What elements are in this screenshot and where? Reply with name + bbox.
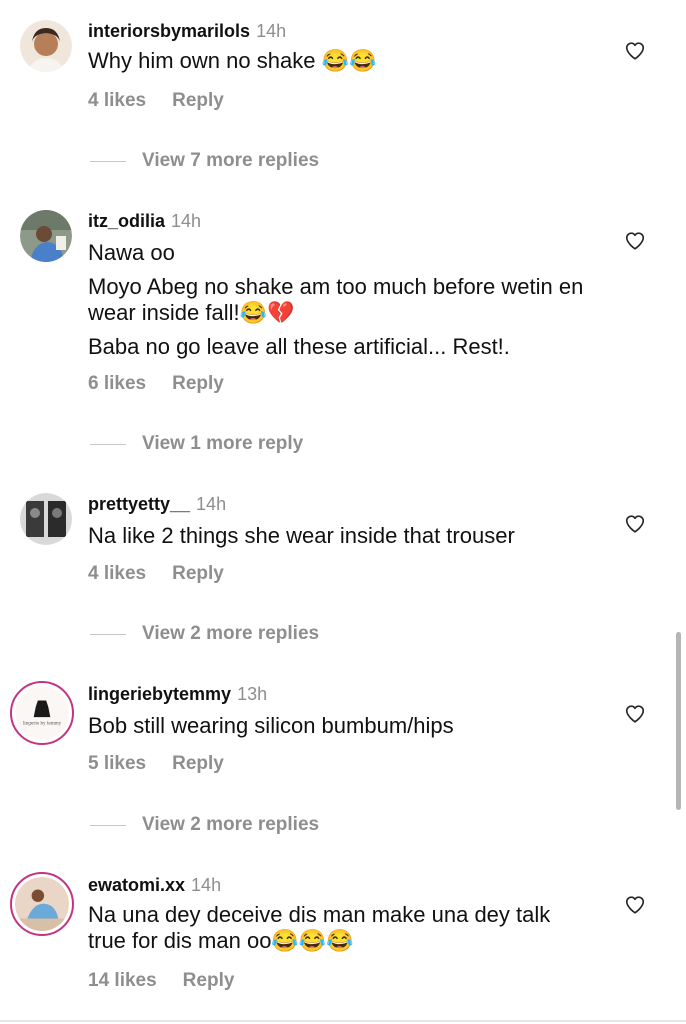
view-more-replies-button[interactable]: View 1 more reply <box>90 433 303 455</box>
divider-line <box>90 824 126 826</box>
avatar[interactable] <box>20 210 72 262</box>
comment-meta: 4 likes Reply <box>88 563 224 585</box>
comment-meta: 5 likes Reply <box>88 753 224 775</box>
reply-button[interactable]: Reply <box>172 753 224 774</box>
timestamp: 14h <box>256 21 287 41</box>
comment-line: Na una dey deceive dis man make una dey … <box>88 902 551 953</box>
comment-line: Baba no go leave all these artificial...… <box>88 334 510 359</box>
likes-count[interactable]: 6 likes <box>88 373 146 394</box>
reply-button[interactable]: Reply <box>172 563 224 584</box>
divider <box>0 1020 686 1022</box>
likes-count[interactable]: 4 likes <box>88 563 146 584</box>
username-link[interactable]: ewatomi.xx <box>88 875 185 895</box>
divider-line <box>90 443 126 445</box>
view-more-label: View 1 more reply <box>142 433 304 454</box>
timestamp: 14h <box>171 211 202 231</box>
comment-text: Why him own no shake 😂😂 <box>88 48 588 82</box>
comment-header: lingeriebytemmy 13h <box>88 683 267 705</box>
heart-outline-icon[interactable] <box>624 513 646 535</box>
comment-header: prettyetty__ 14h <box>88 493 226 515</box>
heart-outline-icon[interactable] <box>624 40 646 62</box>
comment-line: Why him own no shake 😂😂 <box>88 48 377 73</box>
avatar[interactable] <box>20 493 72 545</box>
comment-line: Moyo Abeg no shake am too much before we… <box>88 274 584 325</box>
comment-text: Na like 2 things she wear inside that tr… <box>88 523 588 557</box>
comment-meta: 6 likes Reply <box>88 373 224 395</box>
comment-text: Na una dey deceive dis man make una dey … <box>88 902 588 962</box>
avatar[interactable]: lingerie by temmy <box>10 681 74 745</box>
username-link[interactable]: lingeriebytemmy <box>88 684 231 704</box>
reply-button[interactable]: Reply <box>183 970 235 991</box>
username-link[interactable]: itz_odilia <box>88 211 165 231</box>
view-more-label: View 7 more replies <box>142 150 320 171</box>
username-link[interactable]: interiorsbymarilols <box>88 21 250 41</box>
avatar[interactable] <box>10 872 74 936</box>
timestamp: 14h <box>191 875 222 895</box>
timestamp: 14h <box>196 494 227 514</box>
heart-outline-icon[interactable] <box>624 230 646 252</box>
likes-count[interactable]: 5 likes <box>88 753 146 774</box>
likes-count[interactable]: 14 likes <box>88 970 157 991</box>
comment-header: ewatomi.xx 14h <box>88 874 221 896</box>
comment-text: Bob still wearing silicon bumbum/hips <box>88 713 588 747</box>
view-more-replies-button[interactable]: View 2 more replies <box>90 623 319 645</box>
view-more-label: View 2 more replies <box>142 623 320 644</box>
divider-line <box>90 160 126 162</box>
timestamp: 13h <box>237 684 268 704</box>
comment-line: Bob still wearing silicon bumbum/hips <box>88 713 454 738</box>
heart-outline-icon[interactable] <box>624 703 646 725</box>
comment-line: Nawa oo <box>88 240 175 265</box>
svg-text:lingerie by temmy: lingerie by temmy <box>23 720 62 725</box>
comment-header: interiorsbymarilols 14h <box>88 20 286 42</box>
comment-meta: 14 likes Reply <box>88 970 234 992</box>
view-more-replies-button[interactable]: View 7 more replies <box>90 150 319 172</box>
heart-outline-icon[interactable] <box>624 894 646 916</box>
username-link[interactable]: prettyetty__ <box>88 494 190 514</box>
reply-button[interactable]: Reply <box>172 90 224 111</box>
reply-button[interactable]: Reply <box>172 373 224 394</box>
comment-header: itz_odilia 14h <box>88 210 201 232</box>
comment-text: Nawa oo Moyo Abeg no shake am too much b… <box>88 240 588 368</box>
divider-line <box>90 633 126 635</box>
likes-count[interactable]: 4 likes <box>88 90 146 111</box>
comment-meta: 4 likes Reply <box>88 90 224 112</box>
comment-line: Na like 2 things she wear inside that tr… <box>88 523 515 548</box>
scrollbar[interactable] <box>676 632 681 810</box>
view-more-label: View 2 more replies <box>142 814 320 835</box>
avatar[interactable] <box>20 20 72 72</box>
view-more-replies-button[interactable]: View 2 more replies <box>90 814 319 836</box>
